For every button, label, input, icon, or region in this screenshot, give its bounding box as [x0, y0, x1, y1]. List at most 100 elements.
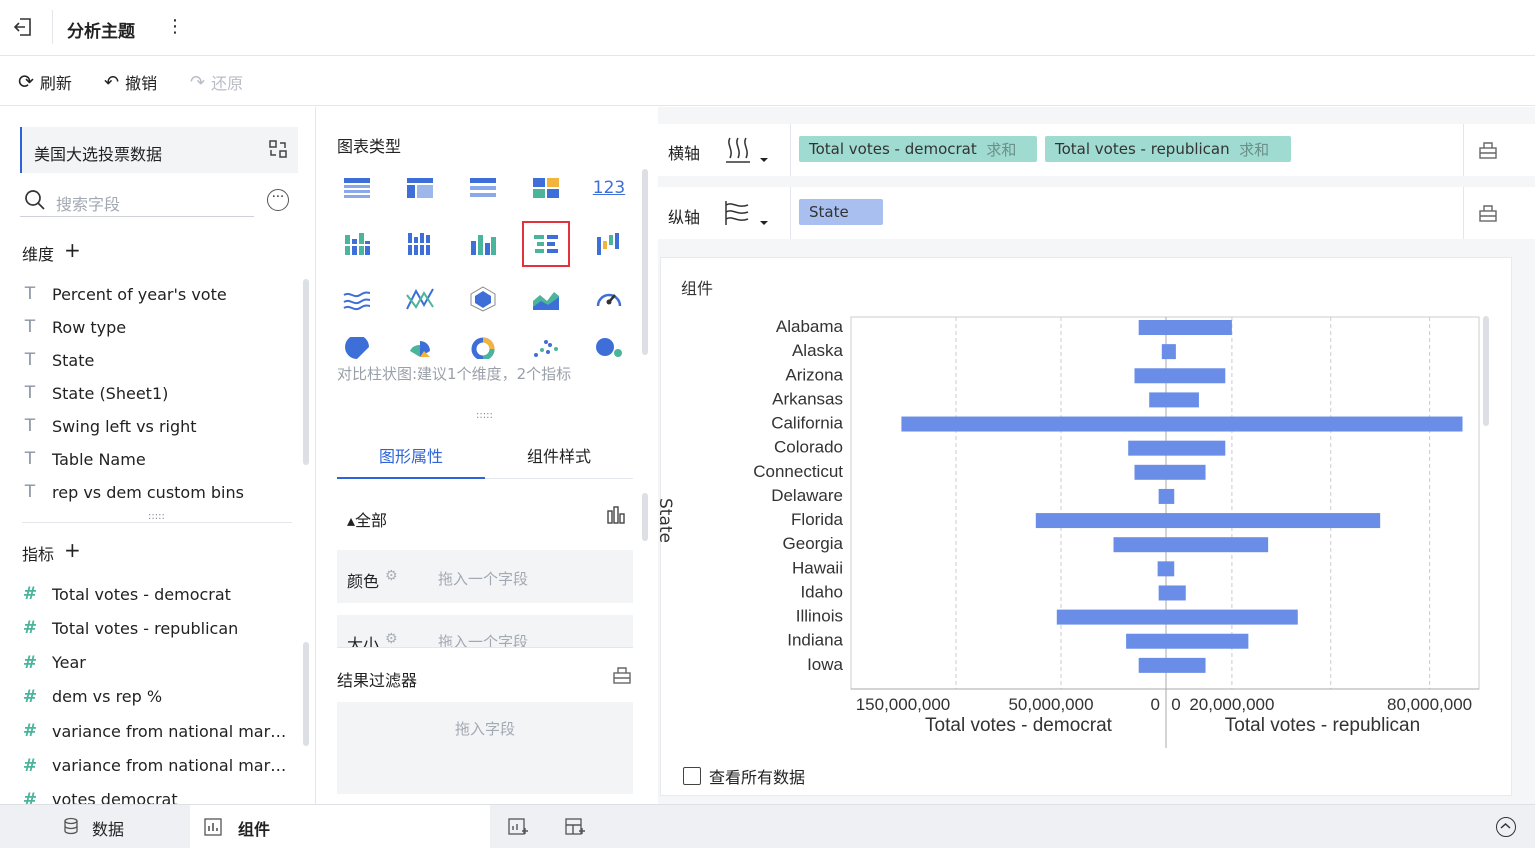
category-label: Arkansas: [772, 389, 843, 408]
x-field-pill[interactable]: Total votes - republican 求和: [1045, 136, 1291, 162]
x-field-pill[interactable]: Total votes - democrat 求和: [799, 136, 1037, 162]
waterfall-icon[interactable]: [592, 227, 626, 261]
checkbox[interactable]: [683, 767, 701, 785]
y-field-pill[interactable]: State: [799, 199, 883, 225]
widget-card[interactable]: 组件 State Alabama Alaska Arizona Arkansas Cal…: [655, 257, 1512, 796]
more-menu-icon[interactable]: ⋮: [166, 16, 184, 37]
range-line-icon[interactable]: [403, 282, 437, 316]
dimensions-field-label: State: [52, 350, 95, 370]
bar-democrat: [1134, 368, 1166, 384]
x-axis-settings-icon[interactable]: [1478, 140, 1498, 164]
all-props-toggle[interactable]: ▴全部: [347, 507, 387, 531]
dimensions-label: 维度: [22, 245, 55, 264]
grouped-bar-icon[interactable]: [340, 227, 374, 261]
tab-data[interactable]: 数据: [62, 816, 124, 840]
switch-dataset-icon[interactable]: [268, 139, 288, 159]
filter-drop-zone[interactable]: 拖入字段: [337, 702, 633, 794]
field-options-icon[interactable]: ···: [267, 189, 289, 211]
search-field[interactable]: 搜索字段: [20, 185, 254, 217]
detail-table-icon[interactable]: [466, 171, 500, 205]
gear-icon[interactable]: ⚙: [385, 568, 398, 584]
undo-button[interactable]: ↶ 撤销: [104, 70, 157, 94]
bar-republican: [1166, 368, 1226, 384]
tab-component-style[interactable]: 组件样式: [485, 427, 633, 479]
number-field-icon: #: [22, 652, 38, 673]
x-axis-type-icon[interactable]: [724, 136, 768, 170]
text-field-icon: T: [24, 482, 36, 502]
gauge-icon[interactable]: [592, 282, 626, 316]
y-axis-settings-icon[interactable]: [1478, 203, 1498, 227]
scrollbar[interactable]: [303, 279, 309, 465]
bar-republican: [1166, 488, 1175, 504]
measures-field-label: Year: [52, 653, 86, 673]
bar-democrat: [1113, 537, 1166, 553]
measures-field-item[interactable]: # variance from national mar…: [22, 756, 286, 776]
filter-icon[interactable]: [612, 665, 632, 689]
radar-icon[interactable]: [466, 282, 500, 316]
dimensions-field-item[interactable]: T Percent of year's vote: [22, 284, 227, 304]
area-chart-icon[interactable]: [529, 282, 563, 316]
cross-table-icon[interactable]: [403, 171, 437, 205]
exit-icon[interactable]: [12, 16, 34, 38]
refresh-button[interactable]: ⟳ 刷新: [18, 70, 72, 94]
x-axis-label: 横轴: [668, 144, 701, 163]
scrollbar[interactable]: [642, 169, 648, 355]
filter-drop-hint: 拖入字段: [454, 720, 515, 738]
tab-data-label: 数据: [92, 820, 125, 839]
dimensions-field-item[interactable]: T Swing left vs right: [22, 416, 197, 436]
dimensions-field-label: State (Sheet1): [52, 383, 169, 403]
size-slot[interactable]: 大小 ⚙ 拖入一个字段: [337, 615, 633, 647]
kpi-card-icon[interactable]: [529, 171, 563, 205]
collapse-icon[interactable]: [1496, 817, 1516, 837]
dimensions-field-label: Swing left vs right: [52, 416, 197, 436]
pie-chart-icon[interactable]: [340, 337, 374, 359]
dimensions-field-item[interactable]: T State (Sheet1): [22, 383, 169, 403]
measures-field-item[interactable]: # Year: [22, 653, 86, 673]
table-icon[interactable]: [340, 171, 374, 205]
dimensions-field-item[interactable]: T State: [22, 350, 95, 370]
dimensions-field-item[interactable]: Trep vs dem custom bins: [22, 482, 244, 502]
scrollbar[interactable]: [303, 642, 309, 746]
dimensions-field-label: Percent of year's vote: [52, 284, 227, 304]
measures-field-item[interactable]: # Total votes - democrat: [22, 584, 231, 604]
gear-icon[interactable]: ⚙: [385, 631, 398, 647]
number-field-icon: #: [22, 686, 38, 707]
measures-field-item[interactable]: # dem vs rep %: [22, 687, 162, 707]
search-input[interactable]: 搜索字段: [56, 191, 120, 215]
color-slot[interactable]: 颜色 ⚙ 拖入一个字段: [337, 550, 633, 603]
scatter-icon[interactable]: [529, 337, 563, 359]
bar-democrat: [1056, 609, 1166, 625]
measures-field-item[interactable]: # variance from national mar…: [22, 721, 286, 741]
add-component-icon[interactable]: [508, 817, 528, 841]
category-label: Connecticut: [753, 462, 843, 481]
dimensions-field-item[interactable]: T Table Name: [22, 449, 146, 469]
text-field-icon: T: [24, 383, 36, 403]
refresh-icon: ⟳: [18, 71, 34, 93]
y-axis-type-icon[interactable]: [724, 199, 768, 233]
scrollbar[interactable]: [1483, 316, 1489, 426]
rose-chart-icon[interactable]: [403, 337, 437, 359]
measures-field-item[interactable]: # Total votes - republican: [22, 618, 238, 638]
add-dashboard-icon[interactable]: [565, 817, 585, 841]
drag-handle[interactable]: :::::: [148, 511, 165, 522]
bar-chart-icon[interactable]: [466, 227, 500, 261]
line-chart-icon[interactable]: [340, 282, 374, 316]
redo-button[interactable]: ↷ 还原: [190, 70, 243, 94]
add-measure-icon[interactable]: +: [64, 540, 81, 565]
drag-handle[interactable]: :::::: [476, 410, 493, 421]
stacked-bar-icon[interactable]: [403, 227, 437, 261]
number-card-icon[interactable]: 123: [592, 171, 626, 205]
dataset-selector[interactable]: 美国大选投票数据: [20, 127, 298, 173]
donut-chart-icon[interactable]: [466, 337, 500, 359]
scrollbar[interactable]: [642, 493, 648, 541]
comparison-bar-icon[interactable]: [522, 221, 570, 267]
bubble-chart-icon[interactable]: [592, 337, 626, 359]
bottom-bar: 数据 组件: [0, 804, 1535, 849]
tab-component[interactable]: 组件: [190, 805, 490, 849]
bar-chart-icon[interactable]: [606, 505, 626, 529]
show-all-data-checkbox[interactable]: 查看所有数据: [683, 764, 805, 788]
tab-graph-props[interactable]: 图形属性: [337, 427, 485, 479]
search-icon: [24, 189, 46, 215]
add-dimension-icon[interactable]: +: [64, 240, 81, 265]
dimensions-field-item[interactable]: T Row type: [22, 317, 126, 337]
